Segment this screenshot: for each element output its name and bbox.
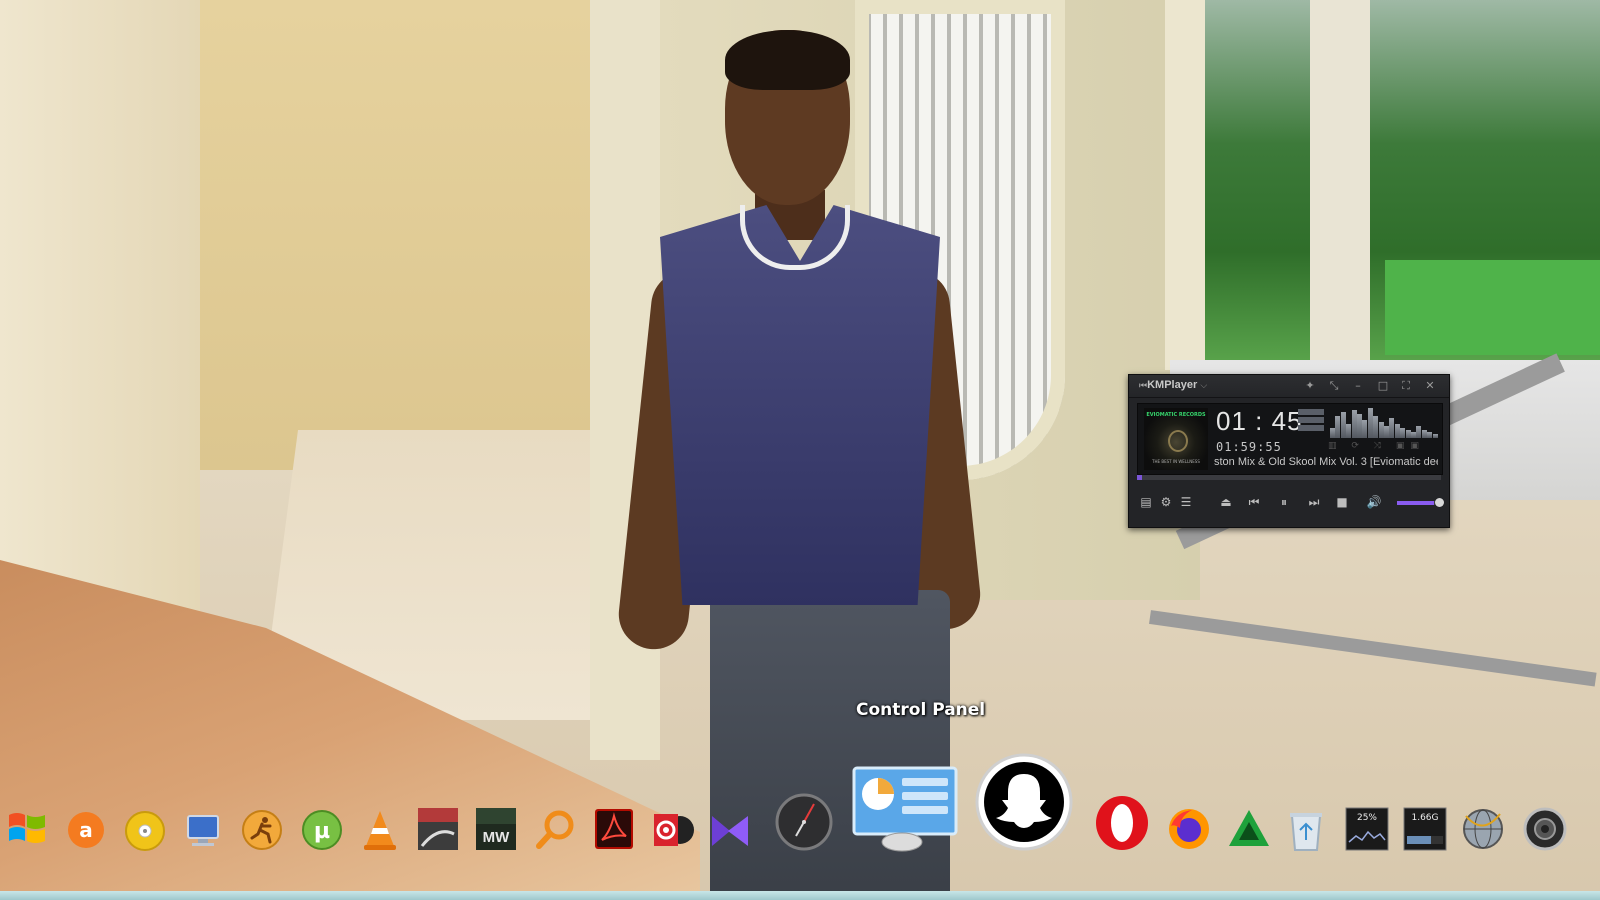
maximize-icon[interactable]: □ — [1374, 378, 1392, 394]
stop-icon[interactable]: ■ — [1333, 493, 1351, 511]
spectrum-bar — [1405, 430, 1411, 438]
utorrent-icon[interactable]: µ — [300, 808, 344, 852]
kmplayer-window[interactable]: ⏮KMPlayer ⌵ ✦ ⤡ – □ ⛶ ✕ EVIOMATIC RECORD… — [1128, 374, 1450, 528]
opera-icon[interactable] — [1094, 794, 1150, 852]
next-icon[interactable]: ⏭ — [1305, 493, 1323, 511]
volume-slider-fill — [1397, 501, 1435, 505]
spectrum-bar — [1384, 426, 1389, 438]
current-time: 01 : 45 — [1216, 406, 1303, 436]
network-globe-icon[interactable] — [1460, 806, 1506, 852]
spectrum-bar — [1421, 430, 1427, 438]
album-art-sub: THE BEST IN WELLNESS — [1152, 459, 1200, 464]
display-mode-icons[interactable]: ▥ ⟳ ⤨ ▣▣ — [1328, 441, 1425, 451]
kmplayer-display-panel: EVIOMATIC RECORDS THE BEST IN WELLNESS 0… — [1137, 403, 1443, 475]
recycle-bin-icon[interactable] — [1286, 808, 1326, 852]
kmplayer-logo[interactable]: ⏮KMPlayer ⌵ — [1139, 379, 1207, 391]
fullscreen-icon[interactable]: ⛶ — [1397, 378, 1415, 394]
spectrum-bar — [1362, 420, 1368, 438]
volume-slider-knob[interactable] — [1435, 498, 1444, 507]
spectrum-bar — [1378, 422, 1384, 438]
vlc-icon[interactable] — [360, 808, 400, 852]
dock: a µ MW 25% 1.66G — [0, 753, 1600, 900]
playlist-icon[interactable]: ▤ — [1137, 493, 1155, 511]
spectrum-bar — [1427, 432, 1433, 438]
snapchat-icon[interactable] — [974, 752, 1074, 852]
clock-icon[interactable] — [774, 792, 834, 852]
spectrum-bar — [1335, 416, 1341, 438]
minimize-icon[interactable]: – — [1349, 378, 1367, 394]
wallpaper-lawn — [1385, 260, 1600, 355]
kmplayer-logo-mark: ⏮ — [1139, 380, 1148, 390]
settings-icon[interactable]: ⚙ — [1157, 493, 1175, 511]
dock-tooltip: Control Panel — [856, 700, 986, 720]
spectrum-visualizer — [1330, 408, 1438, 438]
search-icon[interactable] — [534, 808, 578, 852]
previous-icon[interactable]: ⏮ — [1245, 493, 1263, 511]
computer-icon[interactable] — [182, 810, 224, 852]
svg-text:a: a — [79, 818, 93, 842]
music-player-icon[interactable] — [650, 808, 696, 852]
dvd-icon[interactable] — [124, 810, 166, 852]
spectrum-bar — [1373, 416, 1379, 438]
memory-meter-icon[interactable]: 1.66G — [1402, 806, 1448, 852]
eject-icon[interactable]: ⏏ — [1217, 493, 1235, 511]
seek-bar-fill — [1137, 475, 1142, 480]
volume-slider[interactable] — [1397, 498, 1444, 507]
nfs-most-wanted-icon[interactable]: MW — [474, 806, 518, 852]
album-art-disc-icon — [1168, 430, 1188, 452]
svg-text:µ: µ — [314, 819, 330, 844]
dock-shelf — [0, 891, 1600, 900]
spectrum-bar — [1411, 432, 1416, 438]
spectrum-bar — [1330, 428, 1335, 438]
spectrum-bar — [1357, 414, 1362, 438]
badge — [1298, 417, 1324, 423]
total-time: 01:59:55 — [1216, 440, 1282, 454]
kmplayer-logo-text: KMPlayer — [1147, 379, 1198, 391]
equalizer-icon[interactable]: ☰ — [1177, 493, 1195, 511]
pause-icon[interactable]: ⏸ — [1275, 493, 1293, 511]
wallpaper-right-pillar — [1165, 0, 1205, 370]
track-title: ston Mix & Old Skool Mix Vol. 3 [Eviomat… — [1214, 456, 1438, 468]
memory-meter-label: 1.66G — [1411, 813, 1438, 823]
speaker-icon[interactable] — [1522, 806, 1568, 852]
spectrum-bar — [1367, 408, 1373, 438]
badge — [1298, 425, 1324, 431]
wallpaper-room — [200, 0, 610, 470]
spectrum-bar — [1389, 418, 1395, 438]
runner-app-icon[interactable] — [240, 808, 284, 852]
spectrum-bar — [1340, 412, 1346, 438]
cpu-meter-icon[interactable]: 25% — [1344, 806, 1390, 852]
avast-icon[interactable]: a — [64, 808, 108, 852]
windows-start-icon[interactable] — [4, 806, 50, 852]
wallpaper-column — [1310, 0, 1370, 360]
chevron-down-icon: ⌵ — [1200, 380, 1208, 390]
wallpaper-left-wall — [0, 0, 200, 640]
volume-icon[interactable]: 🔊 — [1365, 493, 1383, 511]
close-icon[interactable]: ✕ — [1421, 378, 1439, 394]
spectrum-bar — [1432, 434, 1438, 438]
control-panel-icon[interactable] — [852, 766, 958, 852]
spectrum-bar — [1400, 428, 1406, 438]
spectrum-bar — [1416, 426, 1422, 438]
green-triangle-app-icon[interactable] — [1226, 806, 1272, 852]
spectrum-bar — [1394, 424, 1400, 438]
mini-mode-icon[interactable]: ⤡ — [1325, 378, 1343, 394]
acrobat-reader-icon[interactable] — [592, 806, 636, 852]
firefox-icon[interactable] — [1166, 806, 1212, 852]
kmplayer-titlebar[interactable]: ⏮KMPlayer ⌵ ✦ ⤡ – □ ⛶ ✕ — [1129, 375, 1449, 398]
pin-icon[interactable]: ✦ — [1301, 378, 1319, 394]
album-art-label: EVIOMATIC RECORDS — [1146, 412, 1206, 418]
spectrum-bar — [1346, 424, 1352, 438]
album-art: EVIOMATIC RECORDS THE BEST IN WELLNESS — [1144, 408, 1208, 470]
spectrum-bar — [1351, 410, 1357, 438]
person-hair — [725, 30, 850, 90]
seek-bar[interactable] — [1137, 475, 1441, 480]
cpu-meter-label: 25% — [1357, 813, 1377, 823]
racing-game-icon[interactable] — [416, 806, 460, 852]
nfs-label: MW — [483, 829, 510, 846]
badge — [1298, 409, 1324, 415]
audio-info-badges — [1298, 409, 1324, 433]
playback-controls: ▤ ⚙ ☰ ⏏ ⏮ ⏸ ⏭ ■ 🔊 — [1129, 487, 1449, 517]
media-player-icon[interactable] — [708, 810, 752, 852]
